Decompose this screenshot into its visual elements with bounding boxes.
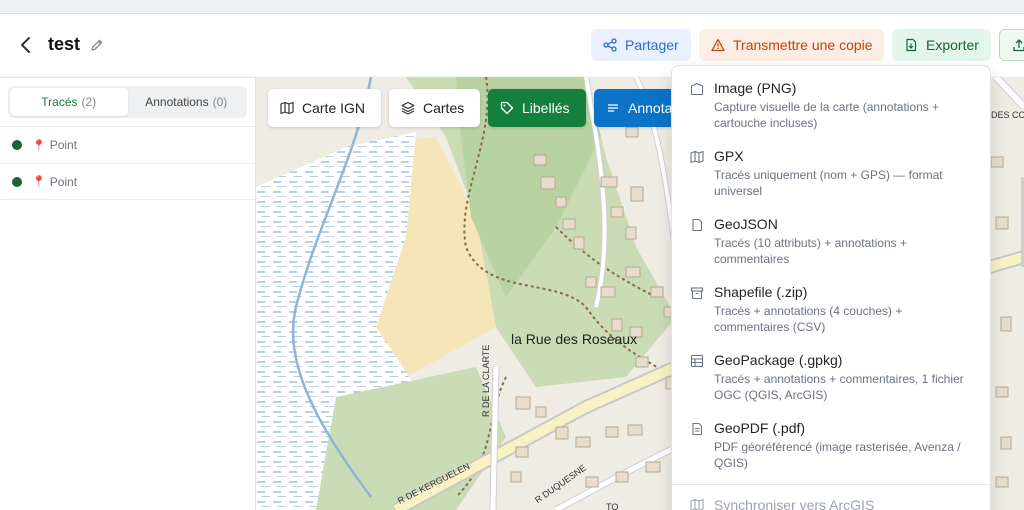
annotations-label: Annota bbox=[628, 100, 673, 116]
export-geojson-item[interactable]: GeoJSON Tracés (10 attributs) + annotati… bbox=[672, 202, 990, 270]
share-icon bbox=[603, 38, 617, 52]
export-label: Exporter bbox=[926, 37, 979, 53]
export-geopdf-item[interactable]: GeoPDF (.pdf) PDF géoréférencé (image ra… bbox=[672, 406, 990, 474]
sync-arcgis-label: Synchroniser vers ArcGIS bbox=[714, 497, 875, 510]
transmit-copy-label: Transmettre une copie bbox=[733, 37, 873, 53]
street-label: DES CO bbox=[991, 110, 1024, 120]
export-item-desc: PDF géoréférencé (image rasterisée, Aven… bbox=[714, 440, 961, 470]
upload-icon bbox=[1013, 39, 1024, 52]
ign-map-button[interactable]: Carte IGN bbox=[268, 89, 381, 127]
export-menu: Image (PNG) Capture visuelle de la carte… bbox=[671, 65, 991, 510]
tab-traces[interactable]: Tracés (2) bbox=[10, 88, 128, 116]
tab-annotations-label: Annotations bbox=[145, 95, 209, 109]
tab-annotations-count: (0) bbox=[212, 95, 228, 109]
top-strip bbox=[0, 0, 1024, 14]
export-item-title: GeoPackage (.gpkg) bbox=[714, 352, 843, 368]
upload-button[interactable] bbox=[999, 29, 1024, 61]
export-item-title: GeoPDF (.pdf) bbox=[714, 420, 806, 436]
ign-map-label: Carte IGN bbox=[302, 100, 366, 116]
list-item[interactable]: 📍 Point bbox=[0, 163, 255, 200]
sidebar: Tracés (2) Annotations (0) 📍 Point 📍 Poi… bbox=[0, 77, 256, 510]
layers-icon bbox=[401, 101, 415, 115]
package-icon bbox=[690, 354, 704, 368]
image-icon bbox=[690, 82, 704, 96]
transmit-copy-button[interactable]: Transmettre une copie bbox=[699, 29, 884, 61]
export-geopackage-item[interactable]: GeoPackage (.gpkg) Tracés + annotations … bbox=[672, 338, 990, 406]
export-item-title: GeoJSON bbox=[714, 216, 778, 232]
list-item-label: Point bbox=[49, 138, 78, 152]
street-label: TO bbox=[606, 502, 619, 510]
export-item-desc: Tracés + annotations + commentaires, 1 f… bbox=[714, 372, 964, 402]
export-shapefile-item[interactable]: Shapefile (.zip) Tracés + annotations (4… bbox=[672, 270, 990, 338]
street-label: R DE LA CLARTE bbox=[481, 344, 491, 417]
export-button[interactable]: Exporter bbox=[892, 29, 991, 61]
list-icon bbox=[608, 104, 618, 112]
tag-icon bbox=[500, 101, 514, 115]
labels-label: Libellés bbox=[522, 100, 570, 116]
menu-divider bbox=[672, 484, 990, 485]
file-icon bbox=[692, 218, 703, 232]
place-label: la Rue des Roseaux bbox=[511, 331, 638, 347]
map-icon bbox=[690, 498, 704, 510]
sidebar-tabs: Tracés (2) Annotations (0) bbox=[8, 86, 247, 118]
export-item-title: GPX bbox=[714, 148, 744, 164]
pencil-icon[interactable] bbox=[89, 37, 105, 53]
map-icon bbox=[280, 101, 294, 115]
page-title: test bbox=[48, 34, 81, 54]
pin-icon: 📍 bbox=[32, 139, 46, 152]
back-icon[interactable] bbox=[16, 34, 36, 56]
pin-icon: 📍 bbox=[32, 176, 46, 188]
export-item-title: Image (PNG) bbox=[714, 80, 797, 96]
export-item-title: Shapefile (.zip) bbox=[714, 284, 808, 300]
export-item-desc: Tracés uniquement (nom + GPS) — format u… bbox=[714, 168, 943, 198]
layers-button[interactable]: Cartes bbox=[389, 89, 480, 127]
warning-icon bbox=[711, 38, 725, 52]
export-item-desc: Capture visuelle de la carte (annotation… bbox=[714, 100, 940, 130]
list-item-label: Point bbox=[49, 174, 78, 189]
export-gpx-item[interactable]: GPX Tracés uniquement (nom + GPS) — form… bbox=[672, 134, 990, 202]
labels-button[interactable]: Libellés bbox=[488, 89, 586, 127]
archive-icon bbox=[690, 287, 704, 300]
share-label: Partager bbox=[625, 37, 679, 53]
sync-arcgis-item[interactable]: Synchroniser vers ArcGIS bbox=[672, 492, 990, 510]
export-png-item[interactable]: Image (PNG) Capture visuelle de la carte… bbox=[672, 66, 990, 134]
export-item-desc: Tracés + annotations (4 couches) + comme… bbox=[714, 304, 903, 334]
tab-traces-label: Tracés bbox=[41, 95, 78, 109]
share-button[interactable]: Partager bbox=[591, 29, 691, 61]
file-download-icon bbox=[906, 38, 917, 52]
export-item-desc: Tracés (10 attributs) + annotations + co… bbox=[714, 236, 907, 266]
map-icon bbox=[690, 150, 704, 164]
layers-label: Cartes bbox=[423, 100, 465, 116]
tab-traces-count: (2) bbox=[81, 95, 97, 109]
status-dot bbox=[12, 140, 22, 150]
file-text-icon bbox=[692, 422, 703, 436]
tab-annotations[interactable]: Annotations (0) bbox=[128, 88, 246, 116]
list-item[interactable]: 📍 Point bbox=[0, 126, 255, 163]
status-dot bbox=[12, 176, 22, 187]
trace-list: 📍 Point 📍 Point bbox=[0, 126, 255, 200]
